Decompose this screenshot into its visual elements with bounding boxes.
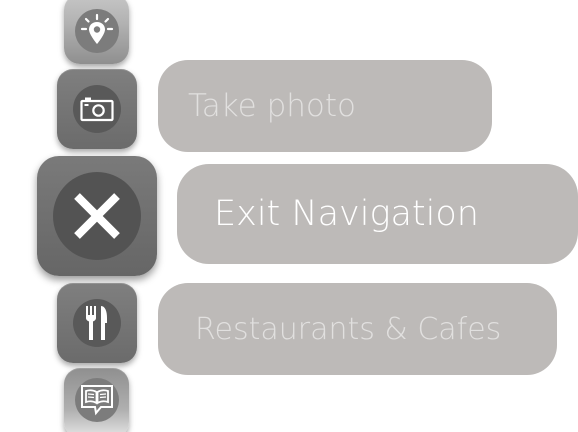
- exit-navigation-tile-button[interactable]: [37, 156, 157, 276]
- fork-knife-icon: [84, 304, 110, 342]
- take-photo-tile-button[interactable]: [57, 69, 137, 149]
- take-photo-label: Take photo: [188, 88, 356, 124]
- guide-tile-button[interactable]: [64, 368, 129, 432]
- restaurants-cafes-button[interactable]: Restaurants & Cafes: [158, 283, 557, 375]
- exit-navigation-label: Exit Navigation: [214, 194, 479, 234]
- exit-navigation-button[interactable]: Exit Navigation: [177, 164, 578, 264]
- fork-knife-icon-disc: [73, 299, 121, 347]
- camera-icon-disc: [73, 85, 121, 133]
- location-tile-button[interactable]: [64, 0, 129, 64]
- camera-icon: [80, 96, 114, 122]
- location-icon-disc: [74, 9, 119, 53]
- navigation-menu: Take photo Exit Navigation Restaurants &…: [0, 0, 578, 432]
- book-chat-icon: [79, 383, 115, 417]
- location-pin-icon: [78, 12, 116, 50]
- restaurants-tile-button[interactable]: [57, 283, 137, 363]
- close-icon-disc: [53, 172, 141, 260]
- book-chat-icon-disc: [74, 378, 119, 422]
- restaurants-cafes-label: Restaurants & Cafes: [195, 311, 502, 347]
- close-icon: [71, 190, 123, 242]
- take-photo-button[interactable]: Take photo: [158, 60, 492, 152]
